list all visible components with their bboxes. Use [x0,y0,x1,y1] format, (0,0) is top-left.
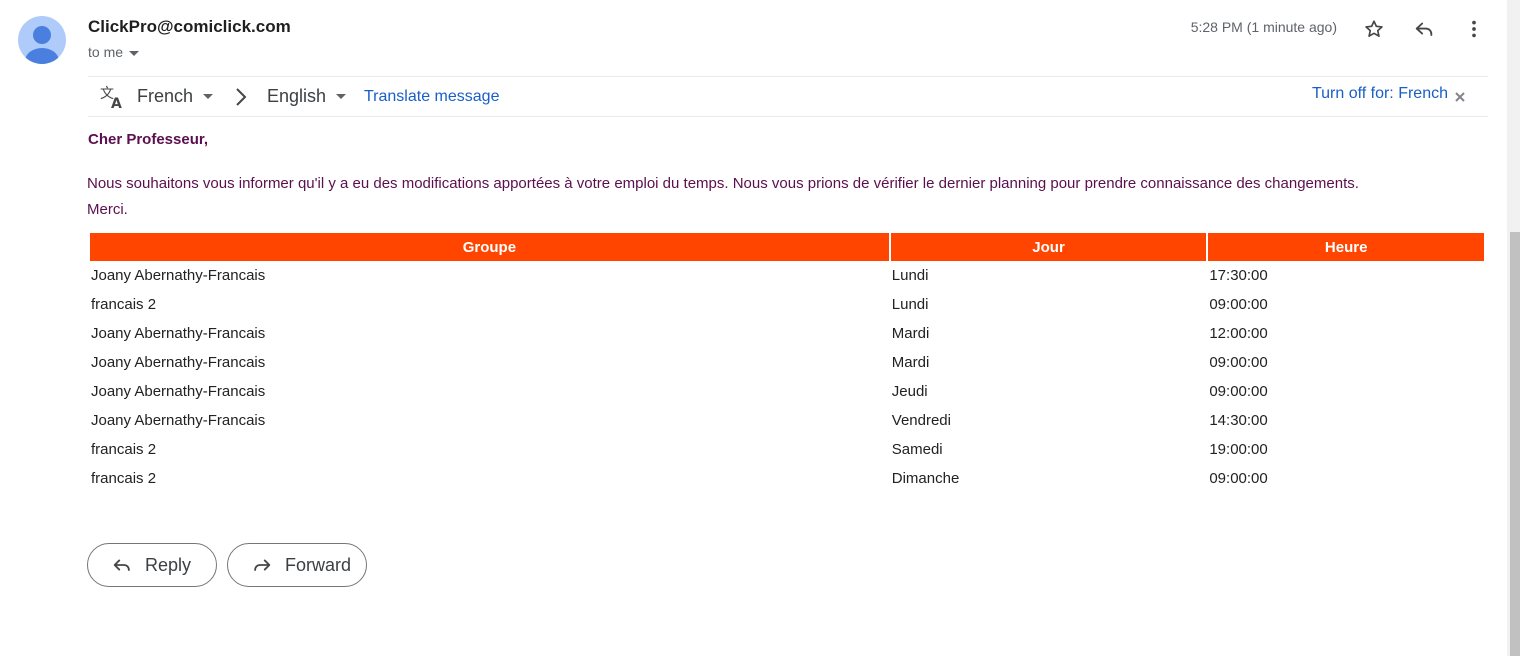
cell-heure: 09:00:00 [1209,296,1268,313]
reply-button[interactable]: Reply [87,543,217,587]
translate-bar: 文 A French English Translate message Tur… [88,76,1488,117]
more-options-button[interactable] [1461,16,1487,42]
reply-icon [1415,22,1433,36]
cell-groupe: Joany Abernathy-Francais [91,354,266,371]
table-row: francais 2 Lundi 09:00:00 [90,290,1484,319]
more-vert-icon [1472,20,1476,38]
cell-jour: Jeudi [891,383,928,400]
cell-jour: Vendredi [891,412,951,429]
cell-heure: 14:30:00 [1209,412,1268,429]
close-icon[interactable] [1454,90,1466,108]
cell-jour: Lundi [891,267,929,284]
person-icon [25,26,59,64]
cell-jour: Samedi [891,441,943,458]
table-row: Joany Abernathy-Francais Vendredi 14:30:… [90,406,1484,435]
table-header-row: Groupe Jour Heure [90,233,1484,261]
cell-groupe: Joany Abernathy-Francais [91,412,266,429]
reply-button-label: Reply [145,554,192,575]
cell-heure: 12:00:00 [1209,325,1268,342]
reply-header-button[interactable] [1411,16,1437,42]
message-body: Nous souhaitons vous informer qu'il y a … [87,171,1487,223]
message-greeting: Cher Professeur, [88,131,209,148]
chevron-right-icon [234,87,248,112]
message-closing: Merci. [87,201,128,218]
cell-heure: 09:00:00 [1209,470,1268,487]
forward-button[interactable]: Forward [227,543,367,587]
sender-address[interactable]: ClickPro@comiclick.com [88,17,291,37]
cell-groupe: Joany Abernathy-Francais [91,383,266,400]
cell-heure: 09:00:00 [1209,354,1268,371]
turn-off-translation-link[interactable]: Turn off for: French [1312,85,1448,103]
reply-icon [113,559,130,571]
target-language-dropdown[interactable]: English [267,86,347,107]
translate-icon: 文 A [99,84,125,115]
cell-groupe: francais 2 [91,296,157,313]
cell-groupe: Joany Abernathy-Francais [91,325,266,342]
source-language-label: French [137,86,194,106]
translate-message-link[interactable]: Translate message [364,88,499,106]
scrollbar-thumb[interactable] [1510,232,1520,656]
table-row: Joany Abernathy-Francais Mardi 09:00:00 [90,348,1484,377]
cell-heure: 19:00:00 [1209,441,1268,458]
sender-avatar[interactable] [18,16,66,64]
cell-jour: Mardi [891,354,930,371]
cell-jour: Mardi [891,325,930,342]
cell-jour: Dimanche [891,470,960,487]
cell-heure: 17:30:00 [1209,267,1268,284]
recipient-label: to me [88,44,124,60]
star-button[interactable] [1361,16,1387,42]
table-row: francais 2 Dimanche 09:00:00 [90,464,1484,493]
table-row: Joany Abernathy-Francais Mardi 12:00:00 [90,319,1484,348]
svg-text:A: A [111,96,122,110]
chevron-down-icon [203,94,214,99]
table-row: Joany Abernathy-Francais Jeudi 09:00:00 [90,377,1484,406]
forward-icon [254,559,271,571]
schedule-table: Groupe Jour Heure Joany Abernathy-Franca… [88,233,1486,493]
message-paragraph: Nous souhaitons vous informer qu'il y a … [87,175,1359,192]
table-row: francais 2 Samedi 19:00:00 [90,435,1484,464]
table-row: Joany Abernathy-Francais Lundi 17:30:00 [90,261,1484,290]
forward-button-label: Forward [285,554,352,575]
column-header-jour: Jour [890,233,1207,261]
cell-heure: 09:00:00 [1209,383,1268,400]
target-language-label: English [267,86,327,106]
cell-groupe: francais 2 [91,441,157,458]
column-header-groupe: Groupe [90,233,889,261]
star-icon [1365,20,1383,37]
chevron-down-icon[interactable] [129,50,140,56]
cell-groupe: francais 2 [91,470,157,487]
recipient-details[interactable]: to me [88,44,140,60]
cell-groupe: Joany Abernathy-Francais [91,267,266,284]
vertical-scrollbar[interactable] [1507,0,1520,656]
cell-jour: Lundi [891,296,929,313]
chevron-down-icon [336,94,347,99]
source-language-dropdown[interactable]: French [137,86,214,107]
column-header-heure: Heure [1208,233,1484,261]
email-timestamp: 5:28 PM (1 minute ago) [1190,19,1337,35]
